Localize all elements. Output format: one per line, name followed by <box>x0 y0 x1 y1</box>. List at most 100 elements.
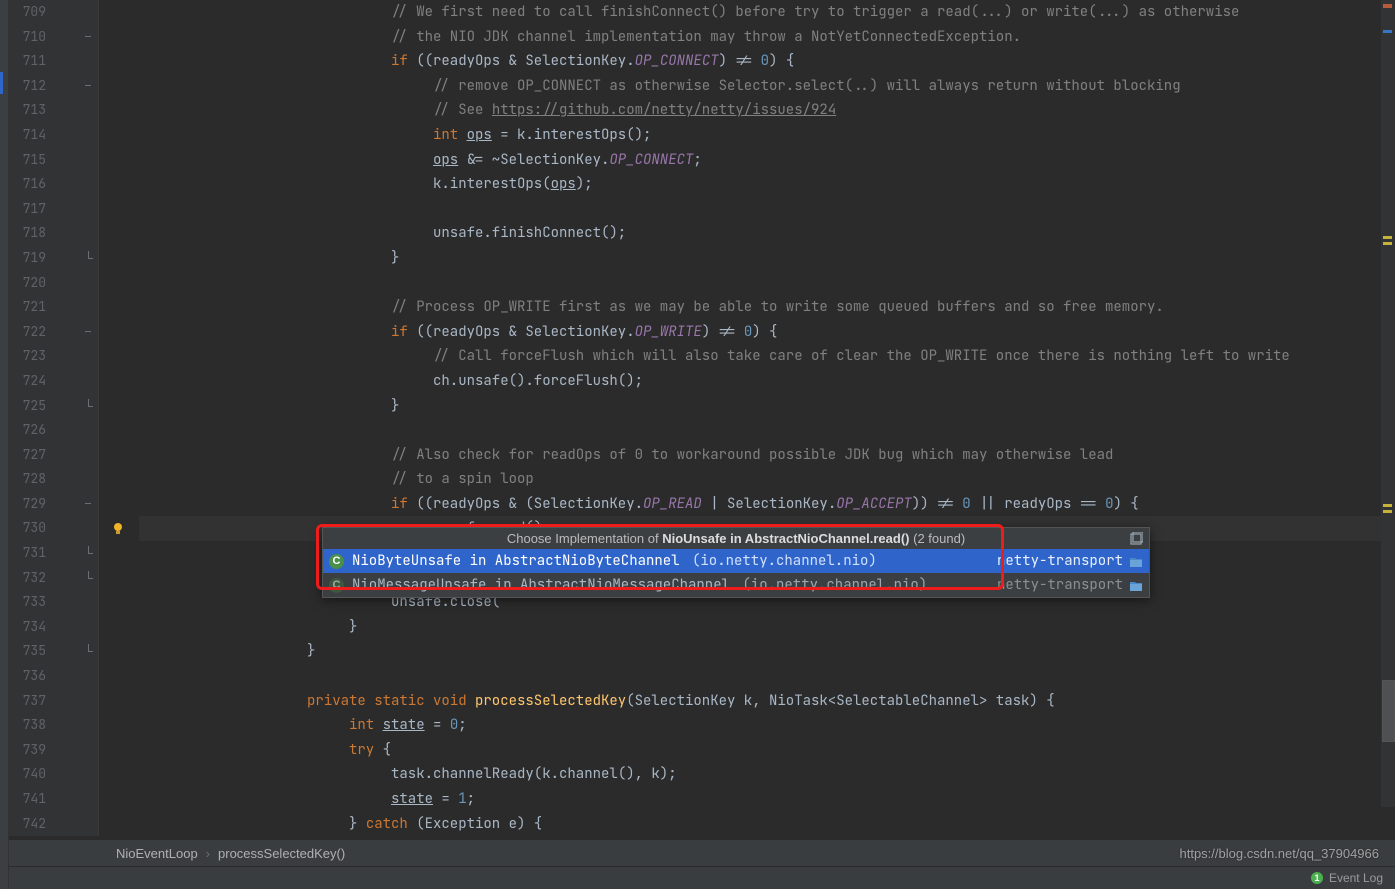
code-line[interactable]: // Process OP_WRITE first as we may be a… <box>139 295 1395 320</box>
gutter-line-number[interactable]: 713 <box>0 98 98 123</box>
breadcrumb-item[interactable]: processSelectedKey() <box>210 846 353 861</box>
implementation-label: NioByteUnsafe in AbstractNioByteChannel … <box>352 552 985 570</box>
fold-collapse-icon[interactable] <box>82 325 96 339</box>
code-line[interactable]: try { <box>139 738 1395 763</box>
gutter-line-number[interactable]: 725 <box>0 394 98 419</box>
fold-end-icon <box>82 399 96 413</box>
left-tool-strip <box>0 0 9 889</box>
implementation-option[interactable]: C NioByteUnsafe in AbstractNioByteChannel… <box>323 549 1149 573</box>
gutter-line-number[interactable]: 714 <box>0 123 98 148</box>
code-line[interactable]: if ((readyOps & SelectionKey.OP_CONNECT)… <box>139 49 1395 74</box>
code-line[interactable]: } <box>139 246 1395 271</box>
popup-title-suffix: (2 found) <box>910 531 966 546</box>
code-line[interactable]: k.interestOps(ops); <box>139 172 1395 197</box>
scrollbar-marker <box>1383 510 1392 513</box>
code-line[interactable]: } <box>139 639 1395 664</box>
gutter-line-number[interactable]: 727 <box>0 443 98 468</box>
gutter-line-number[interactable]: 731 <box>0 541 98 566</box>
fold-end-icon <box>82 251 96 265</box>
gutter-line-number[interactable]: 710 <box>0 25 98 50</box>
code-line[interactable]: // Call forceFlush which will also take … <box>139 344 1395 369</box>
fold-collapse-icon[interactable] <box>82 30 96 44</box>
code-line[interactable]: unsafe.finishConnect(); <box>139 221 1395 246</box>
code-line[interactable]: // to a spin loop <box>139 467 1395 492</box>
gutter-line-number[interactable]: 722 <box>0 320 98 345</box>
pin-icon[interactable] <box>1129 532 1143 546</box>
implementation-label: NioMessageUnsafe in AbstractNioMessageCh… <box>352 576 985 594</box>
popup-title: Choose Implementation of NioUnsafe in Ab… <box>323 528 1149 549</box>
scrollbar-marker <box>1383 504 1392 507</box>
code-line[interactable] <box>139 197 1395 222</box>
code-line[interactable]: int ops = k.interestOps(); <box>139 123 1395 148</box>
fold-end-icon <box>82 644 96 658</box>
gutter-line-number[interactable]: 712 <box>0 74 98 99</box>
class-icon: C <box>329 578 344 593</box>
gutter-line-number[interactable]: 736 <box>0 664 98 689</box>
code-line[interactable]: task.channelReady(k.channel(), k); <box>139 762 1395 787</box>
scrollbar-thumb[interactable] <box>1382 680 1395 742</box>
code-line[interactable] <box>139 664 1395 689</box>
gutter-line-number[interactable]: 733 <box>0 590 98 615</box>
gutter-line-number[interactable]: 716 <box>0 172 98 197</box>
gutter-line-number[interactable]: 738 <box>0 713 98 738</box>
code-line[interactable] <box>139 271 1395 296</box>
code-line[interactable]: state = 1; <box>139 787 1395 812</box>
gutter[interactable]: 7097107117127137147157167177187197207217… <box>0 0 99 836</box>
gutter-line-number[interactable]: 737 <box>0 689 98 714</box>
gutter-line-number[interactable]: 729 <box>0 492 98 517</box>
code-line[interactable]: // Also check for readOps of 0 to workar… <box>139 443 1395 468</box>
gutter-line-number[interactable]: 740 <box>0 762 98 787</box>
implementation-chooser-popup: Choose Implementation of NioUnsafe in Ab… <box>322 527 1150 598</box>
gutter-line-number[interactable]: 721 <box>0 295 98 320</box>
fold-end-icon <box>82 546 96 560</box>
gutter-line-number[interactable]: 719 <box>0 246 98 271</box>
gutter-line-number[interactable]: 730 <box>0 516 98 541</box>
gutter-line-number[interactable]: 717 <box>0 197 98 222</box>
code-line[interactable] <box>139 418 1395 443</box>
fold-end-icon <box>82 571 96 585</box>
class-icon: C <box>329 554 344 569</box>
code-body[interactable]: // We first need to call finishConnect()… <box>99 0 1395 836</box>
gutter-line-number[interactable]: 741 <box>0 787 98 812</box>
gutter-line-number[interactable]: 728 <box>0 467 98 492</box>
gutter-line-number[interactable]: 734 <box>0 615 98 640</box>
code-line[interactable]: int state = 0; <box>139 713 1395 738</box>
gutter-line-number[interactable]: 720 <box>0 271 98 296</box>
editor-scrollbar[interactable] <box>1381 0 1395 807</box>
code-line[interactable]: if ((readyOps & (SelectionKey.OP_READ | … <box>139 492 1395 517</box>
gutter-line-number[interactable]: 709 <box>0 0 98 25</box>
left-strip-marker <box>0 72 3 94</box>
gutter-line-number[interactable]: 735 <box>0 639 98 664</box>
popup-title-target: NioUnsafe in AbstractNioChannel.read() <box>662 531 909 546</box>
event-log-button[interactable]: Event Log <box>1329 871 1383 885</box>
code-line[interactable]: // See https://github.com/netty/netty/is… <box>139 98 1395 123</box>
gutter-line-number[interactable]: 726 <box>0 418 98 443</box>
gutter-line-number[interactable]: 718 <box>0 221 98 246</box>
gutter-line-number[interactable]: 711 <box>0 49 98 74</box>
code-line[interactable]: ops &= ~SelectionKey.OP_CONNECT; <box>139 148 1395 173</box>
fold-collapse-icon[interactable] <box>82 79 96 93</box>
breadcrumb-bar: NioEventLoop › processSelectedKey() <box>0 839 1395 866</box>
gutter-line-number[interactable]: 723 <box>0 344 98 369</box>
gutter-line-number[interactable]: 732 <box>0 566 98 591</box>
gutter-line-number[interactable]: 742 <box>0 812 98 837</box>
code-line[interactable]: private static void processSelectedKey(S… <box>139 689 1395 714</box>
code-line[interactable]: if ((readyOps & SelectionKey.OP_WRITE) !… <box>139 320 1395 345</box>
gutter-line-number[interactable]: 724 <box>0 369 98 394</box>
scrollbar-marker <box>1383 4 1392 8</box>
breadcrumb-item[interactable]: NioEventLoop <box>108 846 206 861</box>
code-line[interactable]: } <box>139 615 1395 640</box>
fold-collapse-icon[interactable] <box>82 497 96 511</box>
editor-area[interactable]: 7097107117127137147157167177187197207217… <box>0 0 1395 839</box>
code-line[interactable]: ch.unsafe().forceFlush(); <box>139 369 1395 394</box>
code-line[interactable]: } <box>139 394 1395 419</box>
gutter-line-number[interactable]: 715 <box>0 148 98 173</box>
implementation-option[interactable]: C NioMessageUnsafe in AbstractNioMessageC… <box>323 573 1149 597</box>
gutter-line-number[interactable]: 739 <box>0 738 98 763</box>
code-line[interactable]: // remove OP_CONNECT as otherwise Select… <box>139 74 1395 99</box>
code-line[interactable]: } catch (Exception e) { <box>139 812 1395 837</box>
code-line[interactable]: // the NIO JDK channel implementation ma… <box>139 25 1395 50</box>
code-line[interactable]: // We first need to call finishConnect()… <box>139 0 1395 25</box>
intention-bulb-icon[interactable] <box>111 521 125 535</box>
module-folder-icon <box>1129 579 1143 591</box>
